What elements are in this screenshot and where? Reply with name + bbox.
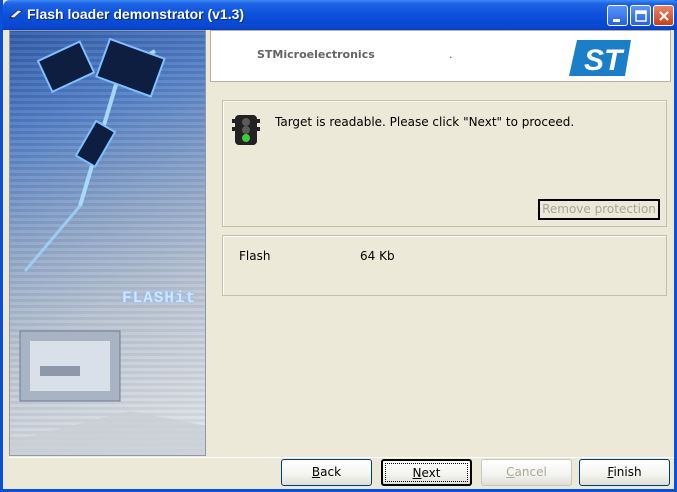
- cancel-button[interactable]: Cancel: [481, 459, 572, 486]
- st-logo-text: ST: [584, 44, 625, 77]
- remove-protection-button[interactable]: Remove protection: [538, 199, 660, 220]
- window-title: Flash loader demonstrator (v1.3): [27, 6, 245, 22]
- memory-type-label: Flash: [239, 249, 271, 263]
- header-panel: STMicroelectronics . ST: [210, 30, 671, 82]
- divider: [9, 457, 674, 458]
- traffic-light-icon: [232, 115, 260, 145]
- header-dot: .: [449, 48, 453, 61]
- flash-loader-icon: [9, 9, 23, 19]
- sidebar-banner: FLASHit: [9, 30, 206, 456]
- memory-info-group: Flash 64 Kb: [222, 235, 667, 296]
- chip-illustration: [10, 37, 205, 455]
- company-name: STMicroelectronics: [257, 48, 375, 61]
- flashit-brand: FLASHit: [122, 289, 197, 307]
- memory-size-value: 64 Kb: [360, 249, 395, 263]
- back-button[interactable]: Back: [281, 459, 372, 486]
- minimize-icon: [613, 19, 620, 22]
- status-group: Target is readable. Please click "Next" …: [222, 100, 667, 227]
- close-button[interactable]: [653, 5, 674, 26]
- status-message: Target is readable. Please click "Next" …: [275, 115, 575, 129]
- minimize-button[interactable]: [607, 5, 628, 26]
- finish-label-rest: inish: [613, 465, 642, 479]
- close-icon: [659, 11, 669, 21]
- cancel-mnemonic: C: [506, 465, 515, 479]
- cancel-label-rest: ancel: [514, 465, 547, 479]
- next-button[interactable]: Next: [381, 459, 472, 486]
- back-label-rest: ack: [320, 465, 342, 479]
- main-window: Flash loader demonstrator (v1.3) FLASHit…: [0, 0, 677, 492]
- st-logo: ST: [569, 40, 631, 77]
- maximize-icon: [635, 10, 647, 22]
- maximize-button[interactable]: [630, 5, 651, 26]
- title-bar[interactable]: Flash loader demonstrator (v1.3): [3, 0, 677, 30]
- finish-button[interactable]: Finish: [579, 459, 670, 486]
- back-mnemonic: B: [311, 465, 321, 479]
